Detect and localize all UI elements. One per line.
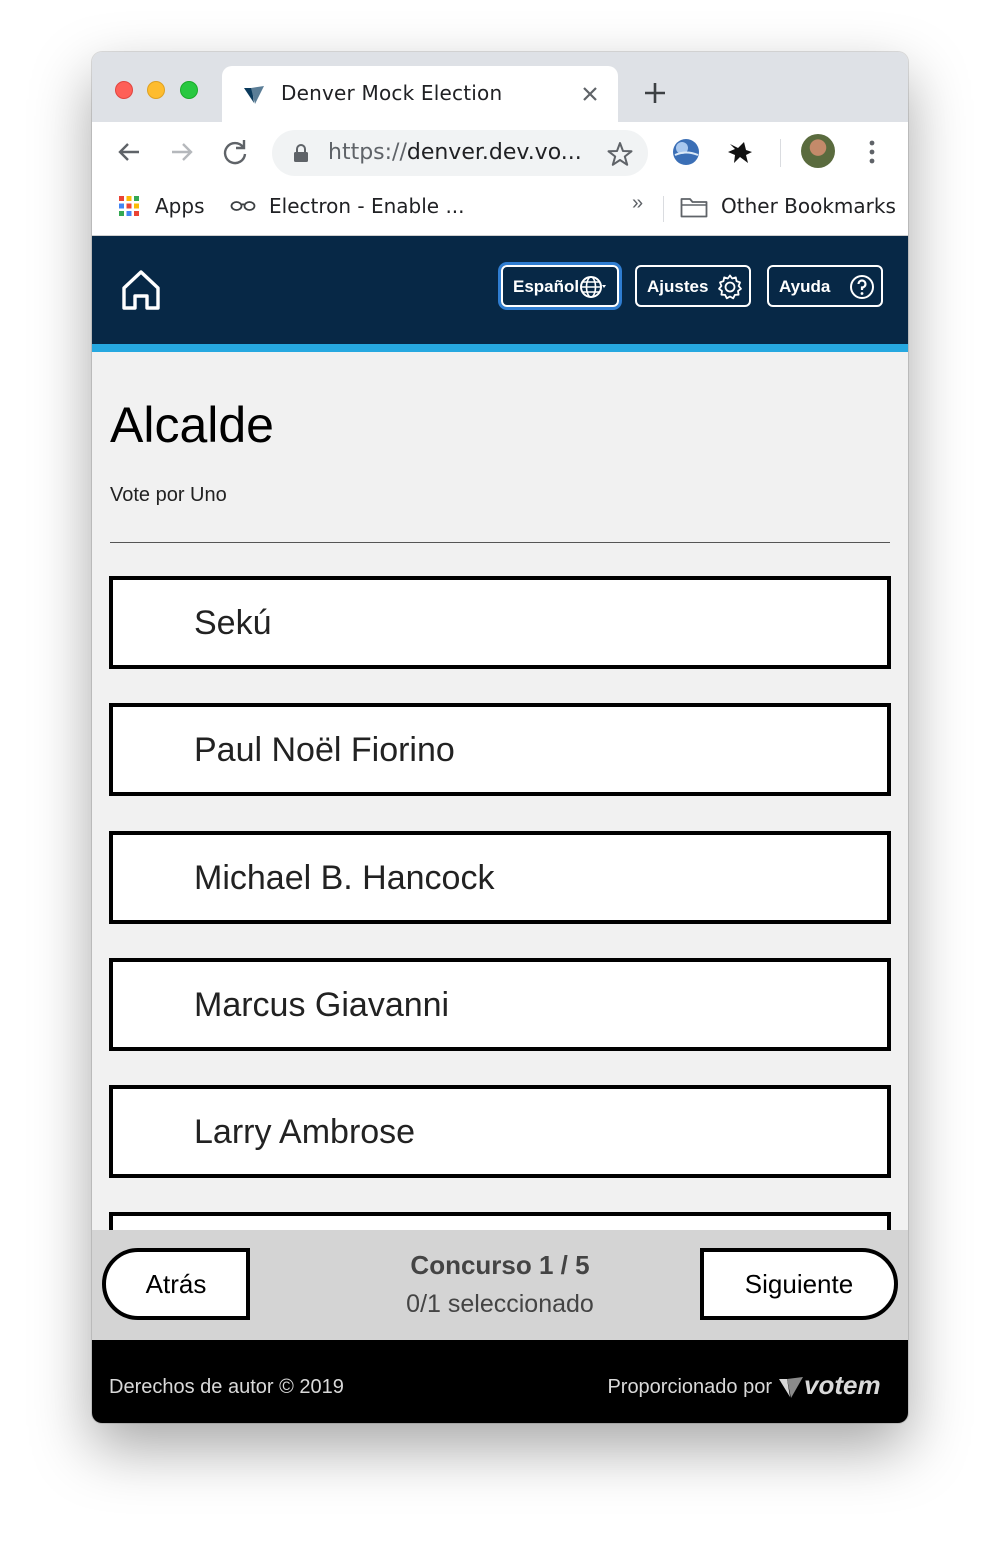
bookmarks-bar: Apps Electron - Enable ... » Other Bookm… (92, 184, 908, 236)
divider (110, 542, 890, 543)
vote-instructions: Vote por Uno (110, 484, 227, 506)
candidate-choice[interactable]: Larry Ambrose (109, 1085, 891, 1178)
app-header: Español Ajustes Ayuda (92, 236, 908, 344)
language-button-label: Español (513, 277, 580, 296)
help-button[interactable]: Ayuda (767, 265, 883, 307)
maximize-window-button[interactable] (180, 81, 198, 99)
minimize-window-button[interactable] (147, 81, 165, 99)
tab-strip: Denver Mock Election (92, 52, 908, 122)
more-menu-icon[interactable] (856, 136, 888, 168)
browser-window: Denver Mock Election https://denver.dev.… (92, 52, 908, 1423)
footer: Derechos de autor © 2019 Proporcionado p… (92, 1340, 908, 1423)
candidate-choice[interactable]: Paul Noël Fiorino (109, 703, 891, 796)
url-host: denver.dev.vo... (406, 140, 582, 165)
url-protocol: https:// (328, 140, 407, 165)
back-arrow-icon[interactable] (114, 137, 144, 167)
ninja-extension-icon[interactable] (724, 136, 756, 168)
candidate-name: Michael B. Hancock (194, 859, 495, 897)
candidate-choice[interactable]: Sekú (109, 576, 891, 669)
back-button[interactable]: Atrás (102, 1248, 250, 1320)
apps-grid-icon[interactable] (118, 195, 140, 217)
contest-progress-title: Concurso 1 / 5 (410, 1250, 590, 1280)
glasses-icon (230, 201, 256, 211)
votem-favicon-icon (244, 86, 264, 104)
toolbar-separator (780, 139, 781, 167)
bookmarks-overflow-chevron[interactable]: » (632, 192, 643, 215)
candidate-name: Larry Ambrose (194, 1113, 416, 1151)
bottom-nav: Atrás Concurso 1 / 5 0/1 seleccionado Si… (92, 1230, 908, 1340)
close-window-button[interactable] (115, 81, 133, 99)
bookmark-apps[interactable]: Apps (155, 194, 205, 218)
votem-brand: votem (804, 1370, 881, 1400)
browser-tab-active[interactable]: Denver Mock Election (222, 66, 618, 122)
candidate-choice[interactable]: Marcus Giavanni (109, 958, 891, 1051)
close-tab-icon[interactable] (578, 82, 602, 106)
forward-arrow-icon[interactable] (167, 137, 197, 167)
contest-panel[interactable]: Alcalde Vote por Uno Sekú Paul Noël Fior… (92, 352, 908, 1230)
candidate-name: Paul Noël Fiorino (194, 731, 455, 769)
bookmarks-separator (663, 196, 664, 222)
folder-icon (680, 198, 708, 218)
next-button[interactable]: Siguiente (700, 1248, 898, 1320)
globe-icon (580, 276, 606, 298)
profile-avatar[interactable] (801, 134, 835, 168)
tab-title: Denver Mock Election (281, 81, 503, 105)
candidate-choice[interactable] (109, 1212, 891, 1230)
browser-toolbar: https://denver.dev.vo... (92, 122, 908, 184)
gear-icon (718, 274, 742, 300)
language-button[interactable]: Español (501, 265, 619, 307)
reload-icon[interactable] (220, 137, 250, 167)
home-icon[interactable] (120, 268, 162, 312)
new-tab-icon[interactable] (642, 80, 668, 106)
help-button-label: Ayuda (779, 277, 831, 296)
lock-icon (294, 144, 308, 162)
candidate-name: Sekú (194, 604, 272, 642)
globe-extension-icon[interactable] (670, 136, 702, 168)
votem-logo-icon (779, 1377, 803, 1398)
powered-by-text: Proporcionado por (607, 1376, 772, 1398)
bookmark-star-icon[interactable] (606, 140, 634, 168)
candidate-choice[interactable]: Michael B. Hancock (109, 831, 891, 924)
selection-status: 0/1 seleccionado (406, 1290, 594, 1318)
contest-title: Alcalde (110, 397, 274, 453)
copyright-text: Derechos de autor © 2019 (109, 1376, 344, 1398)
url-text: https://denver.dev.vo... (328, 140, 582, 165)
settings-button[interactable]: Ajustes (635, 265, 751, 307)
settings-button-label: Ajustes (647, 277, 709, 296)
bookmark-electron[interactable]: Electron - Enable ... (269, 194, 465, 218)
candidate-name: Marcus Giavanni (194, 986, 450, 1024)
bookmark-other-bookmarks[interactable]: Other Bookmarks (721, 194, 896, 218)
address-bar[interactable]: https://denver.dev.vo... (272, 130, 648, 176)
header-accent-stripe (92, 344, 908, 352)
question-circle-icon (850, 275, 874, 299)
